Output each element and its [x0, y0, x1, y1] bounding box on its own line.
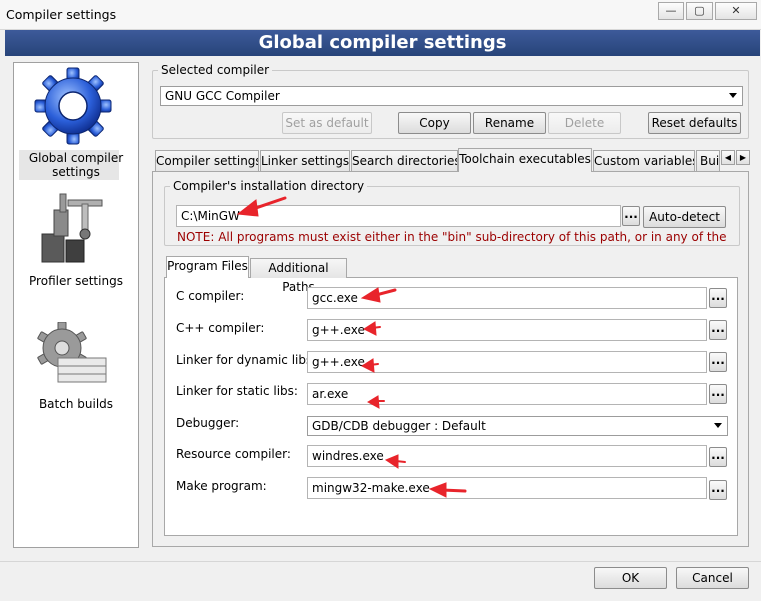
annotation-arrow-icon	[366, 395, 385, 409]
ok-button[interactable]: OK	[594, 567, 667, 589]
annotation-arrows	[236, 196, 467, 498]
annotation-arrow-icon	[362, 321, 381, 336]
annotation-arrow-icon	[360, 358, 379, 373]
footer-separator	[0, 561, 761, 562]
annotation-arrow-icon	[236, 196, 287, 217]
cancel-button[interactable]: Cancel	[676, 567, 749, 589]
annotation-arrow-icon	[360, 287, 397, 303]
annotation-arrow-icon	[428, 482, 467, 498]
annotation-arrow-icon	[384, 454, 406, 469]
